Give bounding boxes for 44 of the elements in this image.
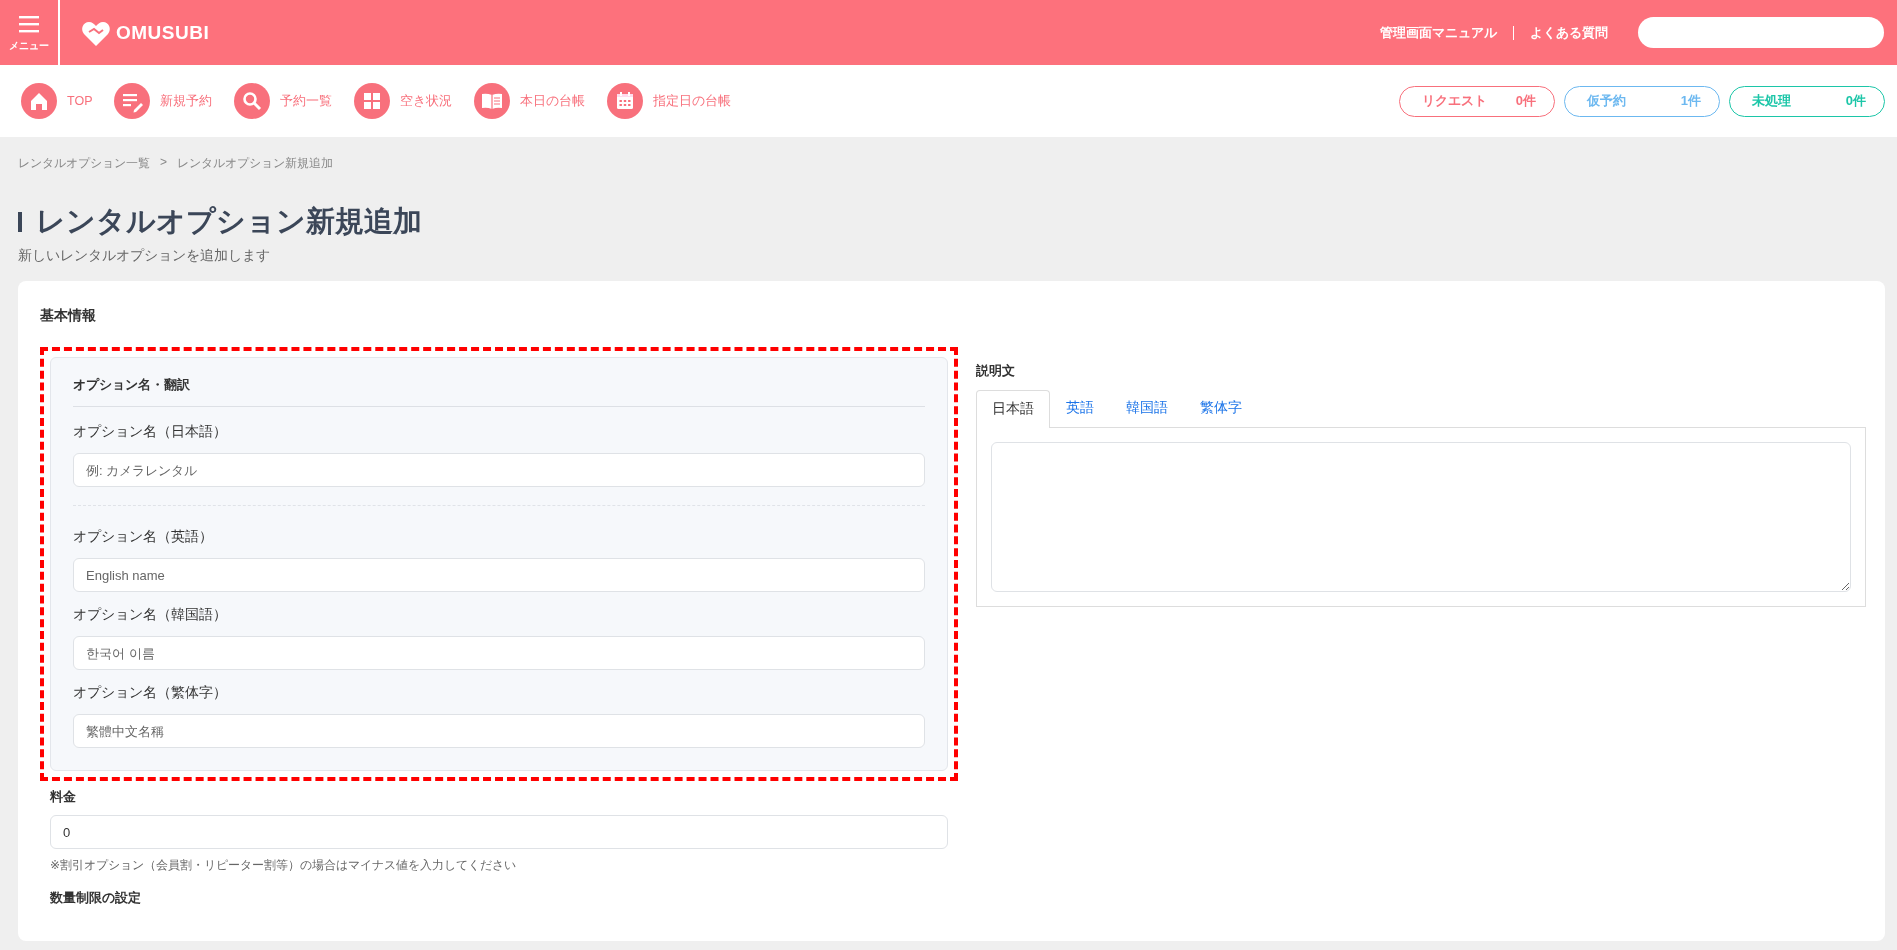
- nav-link[interactable]: TOP: [21, 83, 93, 119]
- language-tab[interactable]: 日本語: [976, 390, 1050, 428]
- nav-link[interactable]: 本日の台帳: [474, 83, 586, 119]
- title-accent-bar: [18, 212, 22, 232]
- grid-icon: [354, 83, 391, 119]
- breadcrumb-link[interactable]: レンタルオプション一覧: [18, 155, 150, 172]
- nav-link[interactable]: 新規予約: [114, 83, 213, 119]
- status-badge[interactable]: リクエスト 0件: [1399, 85, 1555, 117]
- logo-text: OMUSUBI: [116, 21, 210, 44]
- page-subtitle: 新しいレンタルオプションを追加します: [18, 247, 271, 265]
- panel-title: オプション名・翻訳: [73, 376, 925, 407]
- text-field[interactable]: English name: [73, 558, 925, 592]
- status-badge[interactable]: 未処理 0件: [1729, 85, 1885, 117]
- home-icon: [21, 83, 57, 119]
- language-tab[interactable]: 英語: [1050, 389, 1110, 427]
- field-label: オプション名（日本語）: [73, 423, 228, 441]
- section-title: 基本情報: [40, 307, 97, 325]
- status-badge[interactable]: 仮予約 1件: [1564, 85, 1720, 117]
- text-field[interactable]: 한국어 이름: [73, 636, 925, 670]
- section-label: 数量制限の設定: [50, 890, 142, 907]
- nav-link[interactable]: 空き状況: [354, 83, 453, 119]
- header-link[interactable]: よくある質問: [1530, 23, 1608, 42]
- price-field[interactable]: 0: [50, 815, 948, 849]
- page-title: レンタルオプション新規追加: [36, 204, 422, 239]
- breadcrumb-link[interactable]: レンタルオプション新規追加: [177, 155, 333, 172]
- nav-link[interactable]: 予約一覧: [234, 83, 333, 119]
- field-label: オプション名（繁体字）: [73, 684, 228, 702]
- field-label: オプション名（韓国語）: [73, 606, 228, 624]
- nav-link[interactable]: 指定日の台帳: [607, 83, 732, 119]
- calendar-icon: [607, 83, 644, 119]
- field-label: オプション名（英語）: [73, 528, 214, 546]
- text-field[interactable]: 繁體中文名稱: [73, 714, 925, 748]
- header-link[interactable]: 管理画面マニュアル: [1380, 23, 1497, 42]
- book-icon: [474, 83, 511, 119]
- document-pen-icon: [114, 83, 151, 119]
- breadcrumb-separator: >: [160, 155, 167, 171]
- text-field[interactable]: 例: カメラレンタル: [73, 453, 925, 487]
- language-tab[interactable]: 繁体字: [1184, 389, 1258, 427]
- search-field[interactable]: [1638, 17, 1884, 48]
- language-tab[interactable]: 韓国語: [1110, 389, 1184, 427]
- field-label: 説明文: [976, 363, 1016, 380]
- search-icon: [234, 83, 271, 119]
- help-text: ※割引オプション（会員割・リピーター割等）の場合はマイナス値を入力してください: [50, 857, 518, 874]
- field-label: 料金: [50, 789, 77, 806]
